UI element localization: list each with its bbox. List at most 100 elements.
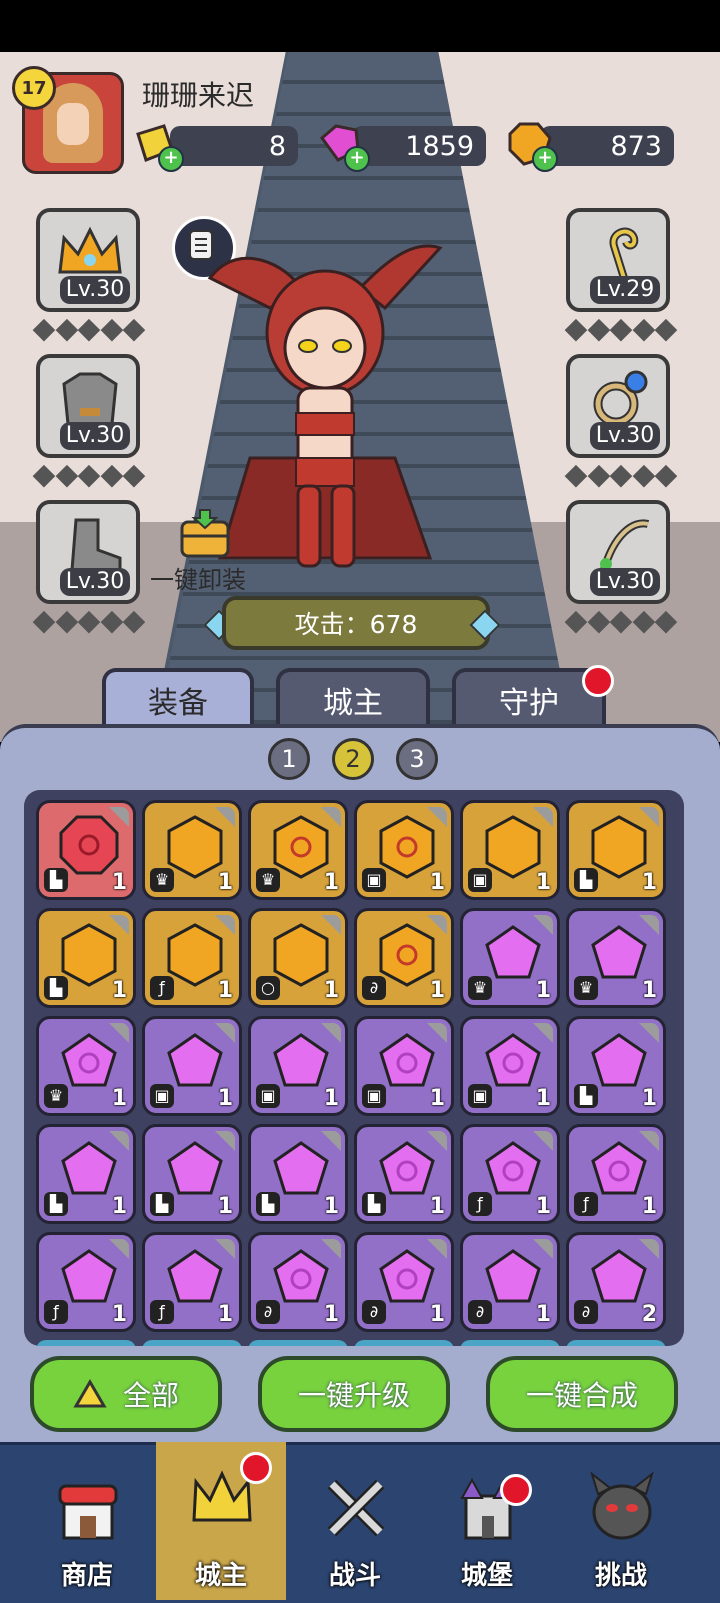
inventory-item[interactable]: ♛ 1 xyxy=(248,800,348,900)
add-coin-button[interactable]: + xyxy=(532,146,558,172)
page-1-button[interactable]: 1 xyxy=(268,738,310,780)
inventory-item[interactable]: ƒ1 xyxy=(142,908,242,1008)
nav-challenge[interactable]: 挑战 xyxy=(556,1442,686,1600)
tab-equipment[interactable]: 装备 xyxy=(102,668,254,732)
inventory-item[interactable]: ƒ1 xyxy=(566,1124,666,1224)
item-type-staff-icon: ƒ xyxy=(150,1300,174,1324)
inventory-item[interactable]: ∂ 1 xyxy=(248,1232,348,1332)
item-type-armor-icon: ▣ xyxy=(150,1084,174,1108)
inventory-item[interactable]: ƒ1 xyxy=(142,1232,242,1332)
inventory-item[interactable]: ♛ 1 xyxy=(460,908,560,1008)
item-count: 1 xyxy=(429,978,445,1003)
item-count: 1 xyxy=(429,1194,445,1219)
inventory-item[interactable]: ∂ 1 xyxy=(354,908,454,1008)
item-corner-marker xyxy=(639,915,659,935)
inventory-item[interactable]: ♛ 1 xyxy=(36,1016,136,1116)
filter-all-button[interactable]: 全部 xyxy=(30,1356,222,1432)
item-count: 1 xyxy=(323,978,339,1003)
item-count: 1 xyxy=(217,1302,233,1327)
item-count: 1 xyxy=(111,870,127,895)
coin-counter: 873 xyxy=(540,126,674,166)
item-count: 1 xyxy=(535,1194,551,1219)
item-corner-marker xyxy=(215,1239,235,1259)
item-corner-marker xyxy=(533,915,553,935)
item-type-crown-icon: ♛ xyxy=(256,868,280,892)
nav-castle[interactable]: 城堡 xyxy=(422,1442,552,1600)
item-type-armor-icon: ▣ xyxy=(468,868,492,892)
inventory-item[interactable]: ∂ 1 xyxy=(460,1232,560,1332)
inventory-item[interactable]: ▣ 1 xyxy=(354,1016,454,1116)
inventory-item[interactable]: ♛ 1 xyxy=(142,800,242,900)
inventory-item[interactable]: ▣ 1 xyxy=(460,1016,560,1116)
inventory-item[interactable]: ∂ 2 xyxy=(566,1232,666,1332)
item-corner-marker xyxy=(427,807,447,827)
inventory-item[interactable]: ∂ 1 xyxy=(354,1232,454,1332)
inventory-item[interactable]: ▙ 1 xyxy=(566,1016,666,1116)
inventory-item[interactable]: ▙ 1 xyxy=(142,1124,242,1224)
item-corner-marker xyxy=(215,1023,235,1043)
nav-shop[interactable]: 商店 xyxy=(22,1442,152,1600)
equip-slot-armor[interactable]: Lv.30 xyxy=(36,354,140,458)
inventory-item[interactable]: ▙ 1 xyxy=(36,908,136,1008)
item-corner-marker xyxy=(109,807,129,827)
item-type-boot-icon: ▙ xyxy=(44,976,68,1000)
item-count: 2 xyxy=(641,1302,657,1327)
triangle-icon xyxy=(73,1379,107,1408)
inventory-item[interactable]: ▙ 1 xyxy=(36,1124,136,1224)
inventory-item[interactable]: ƒ1 xyxy=(460,1124,560,1224)
merge-all-button[interactable]: 一键合成 xyxy=(486,1356,678,1432)
item-type-armor-icon: ▣ xyxy=(256,1084,280,1108)
next-row-peek xyxy=(36,1340,666,1346)
inventory-item[interactable]: ▙ 1 xyxy=(354,1124,454,1224)
boots-level: Lv.30 xyxy=(60,568,130,596)
inventory-item[interactable]: ▙ 1 xyxy=(248,1124,348,1224)
item-corner-marker xyxy=(109,1239,129,1259)
inventory-item[interactable]: ▙ 1 xyxy=(36,800,136,900)
item-type-boot-icon: ▙ xyxy=(44,868,68,892)
item-corner-marker xyxy=(321,1023,341,1043)
inventory-item[interactable]: ▣ 1 xyxy=(248,1016,348,1116)
inventory-item[interactable]: ○ 1 xyxy=(248,908,348,1008)
add-gold-bar-button[interactable]: + xyxy=(158,146,184,172)
item-type-boot-icon: ▙ xyxy=(44,1192,68,1216)
item-type-armor-icon: ▣ xyxy=(362,868,386,892)
page-2-button[interactable]: 2 xyxy=(332,738,374,780)
amulet-star-rating xyxy=(564,610,678,634)
item-count: 1 xyxy=(323,870,339,895)
equip-slot-ring[interactable]: Lv.30 xyxy=(566,354,670,458)
unequip-all-icon[interactable] xyxy=(178,508,232,558)
tab-lord[interactable]: 城主 xyxy=(276,668,430,732)
upgrade-all-button[interactable]: 一键升级 xyxy=(258,1356,450,1432)
ring-icon xyxy=(593,370,648,427)
equip-slot-staff[interactable]: Lv.29 xyxy=(566,208,670,312)
item-corner-marker xyxy=(427,1239,447,1259)
inventory-item[interactable]: ▙ 1 xyxy=(566,800,666,900)
crown-star-rating xyxy=(32,318,146,342)
inventory-item[interactable]: ♛ 1 xyxy=(566,908,666,1008)
guardian-notification-dot xyxy=(582,665,614,697)
item-type-crown-icon: ♛ xyxy=(468,976,492,1000)
item-count: 1 xyxy=(323,1194,339,1219)
item-corner-marker xyxy=(639,1239,659,1259)
add-gem-button[interactable]: + xyxy=(344,146,370,172)
staff-level: Lv.29 xyxy=(590,276,660,304)
nav-shop-label: 商店 xyxy=(60,1561,113,1591)
inventory-item[interactable]: ▣ 1 xyxy=(354,800,454,900)
armor-icon xyxy=(62,372,118,426)
unequip-all-button[interactable]: 一键卸装 xyxy=(150,560,246,595)
item-type-boot-icon: ▙ xyxy=(256,1192,280,1216)
item-type-boot-icon: ▙ xyxy=(150,1192,174,1216)
inventory-item[interactable]: ▣ 1 xyxy=(142,1016,242,1116)
page-3-button[interactable]: 3 xyxy=(396,738,438,780)
item-count: 1 xyxy=(429,1302,445,1327)
item-count: 1 xyxy=(429,1086,445,1111)
item-corner-marker xyxy=(639,1131,659,1151)
equip-slot-amulet[interactable]: Lv.30 xyxy=(566,500,670,604)
inventory-item[interactable]: ▣ 1 xyxy=(460,800,560,900)
equip-slot-boots[interactable]: Lv.30 xyxy=(36,500,140,604)
inventory-item[interactable]: ƒ1 xyxy=(36,1232,136,1332)
nav-battle[interactable]: 战斗 xyxy=(290,1442,420,1600)
item-type-staff-icon: ƒ xyxy=(468,1192,492,1216)
equip-slot-crown[interactable]: Lv.30 xyxy=(36,208,140,312)
item-count: 1 xyxy=(217,870,233,895)
